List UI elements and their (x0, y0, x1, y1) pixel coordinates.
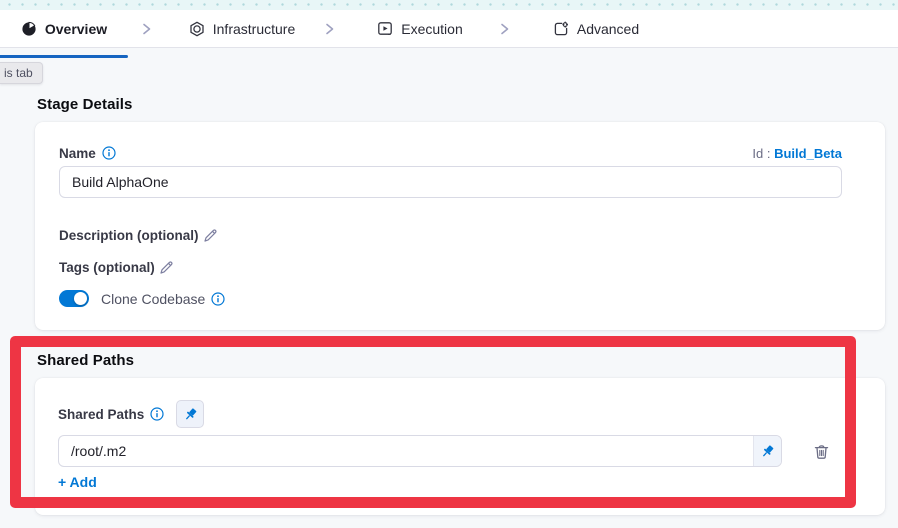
clone-codebase-row: Clone Codebase (59, 290, 225, 307)
edit-pencil-icon[interactable] (159, 260, 174, 275)
shared-paths-label: Shared Paths (58, 407, 144, 422)
edit-pencil-icon[interactable] (203, 228, 218, 243)
name-row: Name Id : Build_Beta (59, 144, 842, 162)
stage-details-card: Name Id : Build_Beta Description (option… (35, 122, 885, 330)
tab-advanced[interactable]: Advanced (537, 10, 655, 47)
pin-icon (760, 444, 775, 459)
tags-label: Tags (optional) (59, 260, 155, 275)
pin-all-button[interactable] (176, 400, 204, 428)
info-icon[interactable] (211, 292, 225, 306)
tags-row: Tags (optional) (59, 260, 174, 275)
pipeline-canvas-strip (0, 0, 898, 10)
info-icon[interactable] (150, 407, 164, 421)
tab-overview-label: Overview (45, 21, 107, 37)
stage-name-input[interactable] (59, 166, 842, 198)
execution-icon (377, 21, 393, 37)
description-label: Description (optional) (59, 228, 199, 243)
stage-details-heading: Stage Details (37, 96, 133, 113)
name-label-wrap: Name (59, 146, 116, 161)
clone-codebase-toggle[interactable] (59, 290, 89, 307)
stage-id: Id : Build_Beta (752, 146, 842, 161)
chevron-right-icon (322, 21, 338, 37)
chevron-right-icon (497, 21, 513, 37)
infrastructure-icon (189, 21, 205, 37)
tab-execution[interactable]: Execution (360, 10, 480, 47)
info-icon[interactable] (102, 146, 116, 160)
active-tab-underline (0, 55, 128, 58)
shared-path-input[interactable] (59, 436, 753, 466)
id-label: Id : (752, 146, 770, 161)
clone-codebase-label-wrap: Clone Codebase (101, 291, 225, 307)
id-value-link[interactable]: Build_Beta (774, 146, 842, 161)
toggle-knob (74, 292, 87, 305)
tab-infrastructure[interactable]: Infrastructure (172, 10, 312, 47)
tooltip: is tab (0, 62, 43, 84)
overview-icon (21, 21, 37, 37)
name-input-wrap (59, 166, 842, 198)
shared-paths-label-row: Shared Paths (58, 400, 204, 428)
delete-path-button[interactable] (810, 440, 832, 462)
pin-icon (183, 407, 198, 422)
add-path-link[interactable]: + Add (58, 474, 97, 490)
shared-path-row (58, 435, 832, 467)
trash-icon (812, 442, 831, 461)
clone-codebase-label: Clone Codebase (101, 291, 205, 307)
tab-execution-label: Execution (401, 21, 462, 37)
input-type-pin-button[interactable] (753, 436, 781, 466)
tab-overview[interactable]: Overview (0, 10, 128, 47)
advanced-icon (553, 21, 569, 37)
chevron-right-icon (139, 21, 155, 37)
tab-infrastructure-label: Infrastructure (213, 21, 295, 37)
shared-paths-label-wrap: Shared Paths (58, 407, 164, 422)
description-row: Description (optional) (59, 228, 218, 243)
tab-advanced-label: Advanced (577, 21, 639, 37)
tooltip-text: is tab (4, 66, 33, 80)
shared-path-input-group (58, 435, 782, 467)
name-label: Name (59, 146, 96, 161)
stage-tab-bar: Overview Infrastructure Execution Advanc… (0, 10, 898, 48)
shared-paths-card: Shared Paths (35, 378, 885, 515)
shared-paths-heading: Shared Paths (37, 352, 134, 369)
